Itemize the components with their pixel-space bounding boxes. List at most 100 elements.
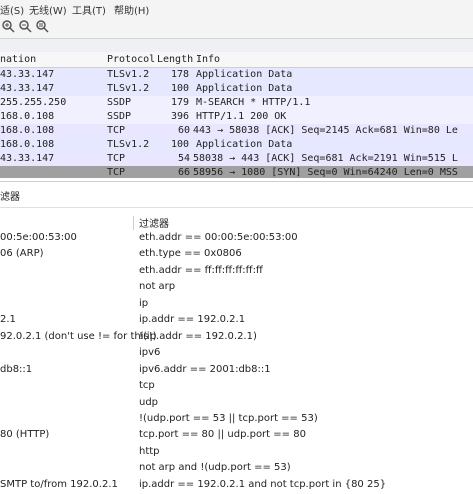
menu-item-statistics[interactable]: 适(S) <box>0 2 24 17</box>
packet-destination: 43.33.147 <box>0 153 55 164</box>
zoom-reset-icon[interactable] <box>34 19 50 35</box>
filter-row[interactable]: 80 (HTTP) tcp.port == 80 || udp.port == 8… <box>0 429 473 444</box>
packet-protocol: TLSv1.2 <box>107 83 150 94</box>
packet-info: HTTP/1.1 200 OK <box>196 111 287 122</box>
packet-protocol: TCP <box>107 125 126 136</box>
filter-row[interactable]: 92.0.2.1 (don't use != for this!) !(ip.ad… <box>0 331 473 346</box>
filter-table-header: 过滤器 <box>0 208 473 230</box>
filter-expression: eth.addr == 00:00:5e:00:53:00 <box>139 232 298 243</box>
packet-destination: 168.0.108 <box>0 139 55 150</box>
packet-length: 66 <box>178 167 191 178</box>
packet-protocol: TCP <box>107 153 126 164</box>
main-toolbar <box>0 16 473 38</box>
filter-row[interactable]: !(udp.port == 53 || tcp.port == 53) <box>0 413 473 428</box>
packet-destination: 168.0.108 <box>0 111 55 122</box>
packet-length: 100 <box>171 83 190 94</box>
filter-name: db8::1 <box>0 364 33 375</box>
column-header-protocol[interactable]: Protocol <box>107 54 155 65</box>
column-header-length[interactable]: Length <box>157 54 193 65</box>
menu-item-tools[interactable]: 工具(T) <box>72 2 106 17</box>
filter-name: SMTP to/from 192.0.2.1 <box>0 479 118 490</box>
packet-row[interactable]: 168.0.108 TLSv1.2 100 Application Data <box>0 138 473 152</box>
filter-expression: ip <box>139 298 149 309</box>
filter-table: 过滤器 00:5e:00:53:00 eth.addr == 00:00:5e:0… <box>0 207 473 490</box>
filter-row[interactable]: ipv6 <box>0 347 473 362</box>
column-header-info[interactable]: Info <box>196 54 220 65</box>
packet-destination: 43.33.147 <box>0 69 55 80</box>
packet-protocol: TLSv1.2 <box>107 69 150 80</box>
filter-row[interactable]: not arp and !(udp.port == 53) <box>0 462 473 477</box>
packet-protocol: SSDP <box>107 97 132 108</box>
packet-length: 54 <box>178 153 191 164</box>
filter-expression: tcp.port == 80 || udp.port == 80 <box>139 429 306 440</box>
column-divider[interactable] <box>133 216 134 230</box>
packet-protocol: TCP <box>107 167 126 178</box>
filter-row[interactable]: ip <box>0 298 473 313</box>
filter-expression: eth.type == 0x0806 <box>139 248 242 259</box>
packet-list: nation Protocol Length Info 43.33.147 TL… <box>0 52 473 180</box>
packet-length: 179 <box>171 97 190 108</box>
filter-name: 92.0.2.1 (don't use != for this!) <box>0 331 157 342</box>
filter-expression: not arp and !(udp.port == 53) <box>139 462 291 473</box>
packet-destination: 43.33.147 <box>0 83 55 94</box>
packet-info: Application Data <box>196 139 293 150</box>
packet-row[interactable]: 255.255.250 SSDP 179 M-SEARCH * HTTP/1.1 <box>0 96 473 110</box>
packet-row[interactable]: TCP 66 58956 → 1080 [SYN] Seq=0 Win=6424… <box>0 166 473 178</box>
filter-row[interactable]: not arp <box>0 281 473 296</box>
packet-destination: 255.255.250 <box>0 97 67 108</box>
display-filter-bar[interactable] <box>0 38 473 53</box>
filter-expression: tcp <box>139 380 155 391</box>
packet-row[interactable]: 43.33.147 TLSv1.2 178 Application Data <box>0 68 473 82</box>
filter-expression: !(ip.addr == 192.0.2.1) <box>139 331 257 342</box>
filter-row[interactable]: tcp <box>0 380 473 395</box>
filter-row[interactable]: 00:5e:00:53:00 eth.addr == 00:00:5e:00:53… <box>0 232 473 247</box>
filter-expression: ip.addr == 192.0.2.1 and not tcp.port in… <box>139 479 387 490</box>
packet-info: Application Data <box>196 83 293 94</box>
packet-info: 58956 → 1080 [SYN] Seq=0 Win=64240 Len=0… <box>193 167 458 178</box>
filter-expression: ipv6 <box>139 347 161 358</box>
packet-length: 60 <box>178 125 191 136</box>
filter-expression: eth.addr == ff:ff:ff:ff:ff:ff <box>139 265 263 276</box>
dialog-title: 滤器 <box>0 192 20 203</box>
column-header-destination[interactable]: nation <box>0 54 36 65</box>
packet-row[interactable]: 168.0.108 TCP 60 443 → 58038 [ACK] Seq=2… <box>0 124 473 138</box>
packet-info: 58038 → 443 [ACK] Seq=681 Ack=2191 Win=5… <box>193 153 458 164</box>
packet-list-header: nation Protocol Length Info <box>0 52 473 68</box>
packet-info: 443 → 58038 [ACK] Seq=2145 Ack=681 Win=8… <box>193 125 458 136</box>
filter-expression: !(udp.port == 53 || tcp.port == 53) <box>139 413 318 424</box>
filter-row[interactable]: 2.1 ip.addr == 192.0.2.1 <box>0 314 473 329</box>
filter-row[interactable]: eth.addr == ff:ff:ff:ff:ff:ff <box>0 265 473 280</box>
column-header-filter[interactable]: 过滤器 <box>139 215 169 230</box>
packet-row[interactable]: 168.0.108 SSDP 396 HTTP/1.1 200 OK <box>0 110 473 124</box>
filter-row[interactable]: 06 (ARP) eth.type == 0x0806 <box>0 248 473 263</box>
filter-row[interactable]: db8::1 ipv6.addr == 2001:db8::1 <box>0 364 473 379</box>
filter-row[interactable]: http <box>0 446 473 461</box>
packet-row[interactable]: 43.33.147 TLSv1.2 100 Application Data <box>0 82 473 96</box>
filter-expression: ipv6.addr == 2001:db8::1 <box>139 364 271 375</box>
menu-item-wireless[interactable]: 无线(W) <box>29 2 67 17</box>
filter-expression: ip.addr == 192.0.2.1 <box>139 314 246 325</box>
filter-expression: udp <box>139 397 159 408</box>
filter-expression: not arp <box>139 281 176 292</box>
zoom-in-icon[interactable] <box>0 19 16 35</box>
menu-item-help[interactable]: 帮助(H) <box>114 2 149 17</box>
packet-length: 178 <box>171 69 190 80</box>
filter-name: 00:5e:00:53:00 <box>0 232 77 243</box>
packet-protocol: SSDP <box>107 111 132 122</box>
packet-length: 100 <box>171 139 190 150</box>
menu-bar: 适(S) 无线(W) 工具(T) 帮助(H) <box>0 0 473 17</box>
packet-info: Application Data <box>196 69 293 80</box>
packet-destination: 168.0.108 <box>0 125 55 136</box>
packet-length: 396 <box>171 111 190 122</box>
filter-name: 2.1 <box>0 314 16 325</box>
filter-expression: http <box>139 446 160 457</box>
filter-row[interactable]: udp <box>0 397 473 412</box>
zoom-out-icon[interactable] <box>17 19 33 35</box>
filter-name: 06 (ARP) <box>0 248 44 259</box>
filter-row[interactable]: SMTP to/from 192.0.2.1 ip.addr == 192.0.2… <box>0 479 473 494</box>
packet-row[interactable]: 43.33.147 TCP 54 58038 → 443 [ACK] Seq=6… <box>0 152 473 166</box>
packet-info: M-SEARCH * HTTP/1.1 <box>196 97 311 108</box>
packet-protocol: TLSv1.2 <box>107 139 150 150</box>
filter-name: 80 (HTTP) <box>0 429 50 440</box>
dialog-title-bar: 滤器 <box>0 181 473 208</box>
